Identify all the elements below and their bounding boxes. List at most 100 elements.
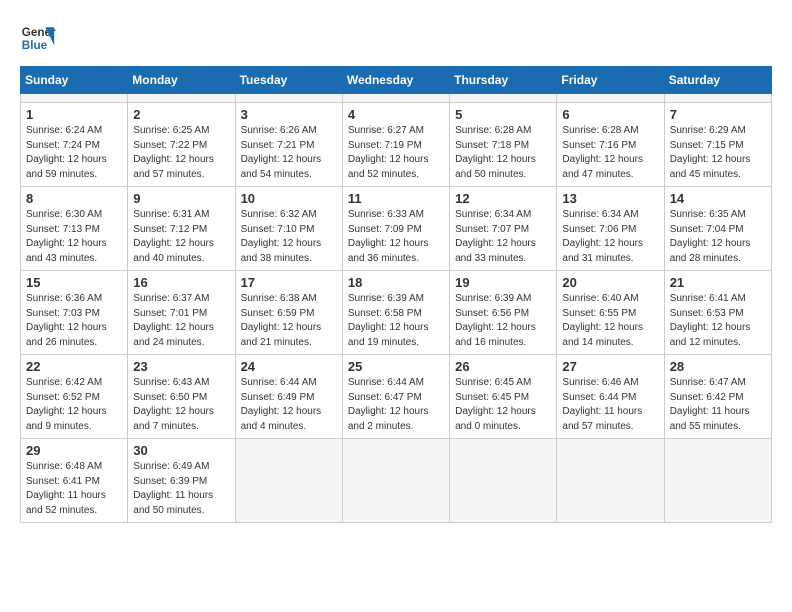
day-info: Sunrise: 6:34 AMSunset: 7:07 PMDaylight:… xyxy=(455,208,551,266)
day-number: 17 xyxy=(241,275,337,290)
day-number: 19 xyxy=(455,275,551,290)
day-info: Sunrise: 6:34 AMSunset: 7:06 PMDaylight:… xyxy=(562,208,658,266)
calendar-cell: 6 Sunrise: 6:28 AMSunset: 7:16 PMDaylight… xyxy=(557,103,664,187)
day-info: Sunrise: 6:33 AMSunset: 7:09 PMDaylight:… xyxy=(348,208,444,266)
calendar-cell: 12 Sunrise: 6:34 AMSunset: 7:07 PMDayligh… xyxy=(450,187,557,271)
calendar-table: SundayMondayTuesdayWednesdayThursdayFrid… xyxy=(20,66,772,523)
day-info: Sunrise: 6:37 AMSunset: 7:01 PMDaylight:… xyxy=(133,292,229,350)
day-number: 1 xyxy=(26,107,122,122)
day-info: Sunrise: 6:44 AMSunset: 6:49 PMDaylight:… xyxy=(241,376,337,434)
day-number: 24 xyxy=(241,359,337,374)
day-of-week-header: Sunday xyxy=(21,67,128,94)
day-number: 5 xyxy=(455,107,551,122)
day-info: Sunrise: 6:24 AMSunset: 7:24 PMDaylight:… xyxy=(26,124,122,182)
calendar-cell: 16 Sunrise: 6:37 AMSunset: 7:01 PMDayligh… xyxy=(128,271,235,355)
day-info: Sunrise: 6:40 AMSunset: 6:55 PMDaylight:… xyxy=(562,292,658,350)
logo-icon: General Blue xyxy=(20,20,56,56)
day-info: Sunrise: 6:28 AMSunset: 7:18 PMDaylight:… xyxy=(455,124,551,182)
calendar-cell: 23 Sunrise: 6:43 AMSunset: 6:50 PMDayligh… xyxy=(128,355,235,439)
calendar-cell: 8Sunrise: 6:30 AMSunset: 7:13 PMDaylight… xyxy=(21,187,128,271)
calendar-cell: 24 Sunrise: 6:44 AMSunset: 6:49 PMDayligh… xyxy=(235,355,342,439)
day-of-week-header: Thursday xyxy=(450,67,557,94)
day-info: Sunrise: 6:35 AMSunset: 7:04 PMDaylight:… xyxy=(670,208,766,266)
calendar-cell: 17Sunrise: 6:38 AMSunset: 6:59 PMDayligh… xyxy=(235,271,342,355)
day-number: 18 xyxy=(348,275,444,290)
day-info: Sunrise: 6:47 AMSunset: 6:42 PMDaylight:… xyxy=(670,376,766,434)
calendar-cell xyxy=(664,94,771,103)
calendar-cell: 25 Sunrise: 6:44 AMSunset: 6:47 PMDayligh… xyxy=(342,355,449,439)
calendar-cell: 7Sunrise: 6:29 AMSunset: 7:15 PMDaylight… xyxy=(664,103,771,187)
day-number: 26 xyxy=(455,359,551,374)
calendar-cell: 9 Sunrise: 6:31 AMSunset: 7:12 PMDaylight… xyxy=(128,187,235,271)
day-info: Sunrise: 6:43 AMSunset: 6:50 PMDaylight:… xyxy=(133,376,229,434)
calendar-cell xyxy=(128,94,235,103)
calendar-cell xyxy=(235,94,342,103)
calendar-week-row: 22Sunrise: 6:42 AMSunset: 6:52 PMDayligh… xyxy=(21,355,772,439)
calendar-cell xyxy=(450,94,557,103)
day-number: 2 xyxy=(133,107,229,122)
day-number: 9 xyxy=(133,191,229,206)
day-number: 22 xyxy=(26,359,122,374)
calendar-week-row: 1 Sunrise: 6:24 AMSunset: 7:24 PMDaylight… xyxy=(21,103,772,187)
day-of-week-header: Tuesday xyxy=(235,67,342,94)
day-number: 23 xyxy=(133,359,229,374)
day-number: 30 xyxy=(133,443,229,458)
calendar-cell: 21 Sunrise: 6:41 AMSunset: 6:53 PMDayligh… xyxy=(664,271,771,355)
day-info: Sunrise: 6:49 AMSunset: 6:39 PMDaylight:… xyxy=(133,460,229,518)
day-number: 21 xyxy=(670,275,766,290)
day-number: 27 xyxy=(562,359,658,374)
calendar-header-row: SundayMondayTuesdayWednesdayThursdayFrid… xyxy=(21,67,772,94)
day-number: 29 xyxy=(26,443,122,458)
day-number: 14 xyxy=(670,191,766,206)
day-number: 20 xyxy=(562,275,658,290)
day-number: 10 xyxy=(241,191,337,206)
day-number: 12 xyxy=(455,191,551,206)
calendar-cell: 11 Sunrise: 6:33 AMSunset: 7:09 PMDayligh… xyxy=(342,187,449,271)
calendar-week-row: 29 Sunrise: 6:48 AMSunset: 6:41 PMDayligh… xyxy=(21,439,772,523)
calendar-cell: 29 Sunrise: 6:48 AMSunset: 6:41 PMDayligh… xyxy=(21,439,128,523)
calendar-cell: 13 Sunrise: 6:34 AMSunset: 7:06 PMDayligh… xyxy=(557,187,664,271)
day-of-week-header: Friday xyxy=(557,67,664,94)
day-number: 6 xyxy=(562,107,658,122)
day-of-week-header: Monday xyxy=(128,67,235,94)
calendar-cell: 15Sunrise: 6:36 AMSunset: 7:03 PMDayligh… xyxy=(21,271,128,355)
calendar-cell xyxy=(21,94,128,103)
calendar-cell: 4 Sunrise: 6:27 AMSunset: 7:19 PMDaylight… xyxy=(342,103,449,187)
day-info: Sunrise: 6:48 AMSunset: 6:41 PMDaylight:… xyxy=(26,460,122,518)
calendar-week-row: 15Sunrise: 6:36 AMSunset: 7:03 PMDayligh… xyxy=(21,271,772,355)
calendar-cell: 30 Sunrise: 6:49 AMSunset: 6:39 PMDayligh… xyxy=(128,439,235,523)
calendar-cell xyxy=(342,439,449,523)
day-number: 28 xyxy=(670,359,766,374)
day-number: 25 xyxy=(348,359,444,374)
day-info: Sunrise: 6:41 AMSunset: 6:53 PMDaylight:… xyxy=(670,292,766,350)
day-info: Sunrise: 6:32 AMSunset: 7:10 PMDaylight:… xyxy=(241,208,337,266)
day-info: Sunrise: 6:46 AMSunset: 6:44 PMDaylight:… xyxy=(562,376,658,434)
calendar-cell: 1 Sunrise: 6:24 AMSunset: 7:24 PMDaylight… xyxy=(21,103,128,187)
calendar-week-row: 8Sunrise: 6:30 AMSunset: 7:13 PMDaylight… xyxy=(21,187,772,271)
day-info: Sunrise: 6:45 AMSunset: 6:45 PMDaylight:… xyxy=(455,376,551,434)
day-of-week-header: Wednesday xyxy=(342,67,449,94)
calendar-cell: 27 Sunrise: 6:46 AMSunset: 6:44 PMDayligh… xyxy=(557,355,664,439)
calendar-cell: 22Sunrise: 6:42 AMSunset: 6:52 PMDayligh… xyxy=(21,355,128,439)
day-info: Sunrise: 6:27 AMSunset: 7:19 PMDaylight:… xyxy=(348,124,444,182)
calendar-cell xyxy=(557,439,664,523)
calendar-week-row xyxy=(21,94,772,103)
logo: General Blue xyxy=(20,20,62,56)
calendar-cell: 18Sunrise: 6:39 AMSunset: 6:58 PMDayligh… xyxy=(342,271,449,355)
day-info: Sunrise: 6:31 AMSunset: 7:12 PMDaylight:… xyxy=(133,208,229,266)
calendar-cell xyxy=(342,94,449,103)
calendar-cell: 28 Sunrise: 6:47 AMSunset: 6:42 PMDayligh… xyxy=(664,355,771,439)
calendar-cell xyxy=(235,439,342,523)
day-number: 11 xyxy=(348,191,444,206)
day-info: Sunrise: 6:29 AMSunset: 7:15 PMDaylight:… xyxy=(670,124,766,182)
day-info: Sunrise: 6:30 AMSunset: 7:13 PMDaylight:… xyxy=(26,208,122,266)
calendar-cell xyxy=(557,94,664,103)
day-number: 4 xyxy=(348,107,444,122)
day-number: 16 xyxy=(133,275,229,290)
day-number: 13 xyxy=(562,191,658,206)
calendar-cell: 19 Sunrise: 6:39 AMSunset: 6:56 PMDayligh… xyxy=(450,271,557,355)
day-info: Sunrise: 6:36 AMSunset: 7:03 PMDaylight:… xyxy=(26,292,122,350)
day-info: Sunrise: 6:44 AMSunset: 6:47 PMDaylight:… xyxy=(348,376,444,434)
day-info: Sunrise: 6:28 AMSunset: 7:16 PMDaylight:… xyxy=(562,124,658,182)
day-info: Sunrise: 6:39 AMSunset: 6:56 PMDaylight:… xyxy=(455,292,551,350)
